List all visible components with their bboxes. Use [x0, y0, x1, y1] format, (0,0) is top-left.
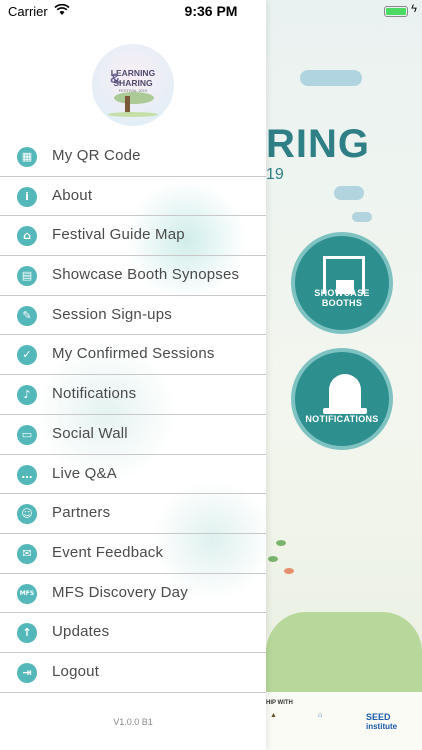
partner-logo-school: ⌂: [318, 712, 323, 719]
status-time: 9:36 PM: [184, 3, 238, 19]
background-year: 19: [266, 166, 284, 183]
handshake-icon: ☺: [17, 504, 37, 525]
logout-icon: ⇥: [17, 662, 37, 683]
menu-item-label: Live Q&A: [52, 464, 117, 482]
signup-icon: ✎: [17, 305, 37, 326]
showcase-booths-button[interactable]: SHOWCASE BOOTHS: [291, 232, 393, 334]
menu-item-label: My Confirmed Sessions: [52, 345, 215, 363]
logo-line1: LEARNING: [110, 68, 156, 78]
drawer-menu: ▦ My QR Code i About ⌂ Festival Guide Ma…: [0, 137, 266, 693]
bell-icon: ♪: [17, 385, 37, 406]
menu-item-social-wall[interactable]: ▭ Social Wall: [0, 415, 266, 455]
app-version: V1.0.0 B1: [113, 717, 153, 727]
menu-item-event-feedback[interactable]: ✉ Event Feedback: [0, 534, 266, 574]
info-icon: i: [17, 186, 37, 207]
festival-logo: LEARNING & SHARING FESTIVAL 2019: [92, 44, 174, 126]
background-title: RING: [266, 122, 370, 166]
partner-logo-seed: SEED institute: [366, 712, 397, 731]
logo-ground: [108, 112, 158, 117]
seed-logo-text: SEED: [366, 712, 391, 722]
menu-item-notifications[interactable]: ♪ Notifications: [0, 375, 266, 415]
leaf-decoration: [284, 568, 294, 574]
leaf-decoration: [276, 540, 286, 546]
leaf-decoration: [268, 556, 278, 562]
menu-item-live-qa[interactable]: … Live Q&A: [0, 455, 266, 495]
partner-logo-campbell: ▲: [270, 712, 277, 719]
menu-item-showcase-booth-synopses[interactable]: ▤ Showcase Booth Synopses: [0, 256, 266, 296]
battery-level: [386, 8, 406, 15]
charging-bolt-icon: ϟ: [411, 3, 417, 15]
partners-caption: HIP WITH: [266, 700, 293, 706]
wall-icon: ▭: [17, 424, 37, 445]
menu-item-label: Social Wall: [52, 424, 128, 442]
check-icon: ✓: [17, 345, 37, 366]
menu-item-label: About: [52, 186, 93, 204]
tree-canopy: [114, 92, 154, 104]
menu-item-label: My QR Code: [52, 147, 141, 164]
menu-item-label: Festival Guide Map: [52, 226, 185, 244]
logo-line2: SHARING: [113, 78, 153, 88]
menu-item-festival-guide-map[interactable]: ⌂ Festival Guide Map: [0, 216, 266, 257]
mfs-icon: MFS: [17, 583, 37, 604]
notifications-label: NOTIFICATIONS: [305, 414, 379, 424]
feedback-icon: ✉: [17, 543, 37, 564]
upload-icon: ↑: [17, 623, 37, 644]
qr-code-icon: ▦: [17, 147, 37, 167]
menu-item-label: Partners: [52, 504, 111, 522]
alarm-bell-icon: [323, 374, 367, 414]
menu-item-partners[interactable]: ☺ Partners: [0, 494, 266, 534]
menu-item-label: Notifications: [52, 385, 137, 403]
cloud-decoration: [352, 212, 372, 222]
notifications-button[interactable]: NOTIFICATIONS: [291, 348, 393, 450]
menu-item-mfs-discovery-day[interactable]: MFS MFS Discovery Day: [0, 574, 266, 614]
navigation-drawer: LEARNING & SHARING FESTIVAL 2019 ▦ My QR…: [0, 0, 266, 750]
menu-item-my-confirmed-sessions[interactable]: ✓ My Confirmed Sessions: [0, 335, 266, 376]
menu-item-label: MFS Discovery Day: [52, 583, 188, 601]
ground-decoration: [266, 612, 422, 692]
menu-item-label: Event Feedback: [52, 543, 164, 561]
menu-item-my-qr-code[interactable]: ▦ My QR Code: [0, 137, 266, 177]
cloud-decoration: [300, 70, 362, 86]
menu-item-about[interactable]: i About: [0, 177, 266, 217]
map-icon: ⌂: [17, 226, 37, 247]
showcase-booths-label: SHOWCASE BOOTHS: [314, 288, 370, 308]
menu-item-label: Session Sign-ups: [52, 305, 172, 323]
seed-logo-subtext: institute: [366, 722, 398, 731]
synopsis-icon: ▤: [17, 266, 37, 287]
status-bar: Carrier 9:36 PM ϟ: [0, 0, 422, 22]
battery-icon: [384, 6, 408, 17]
cloud-decoration: [334, 186, 364, 200]
menu-item-label: Showcase Booth Synopses: [52, 266, 240, 284]
menu-item-session-sign-ups[interactable]: ✎ Session Sign-ups: [0, 296, 266, 336]
chat-icon: …: [17, 464, 37, 485]
menu-item-logout[interactable]: ⇥ Logout: [0, 653, 266, 693]
menu-item-updates[interactable]: ↑ Updates: [0, 613, 266, 653]
menu-item-label: Updates: [52, 623, 110, 641]
menu-item-label: Logout: [52, 662, 100, 680]
